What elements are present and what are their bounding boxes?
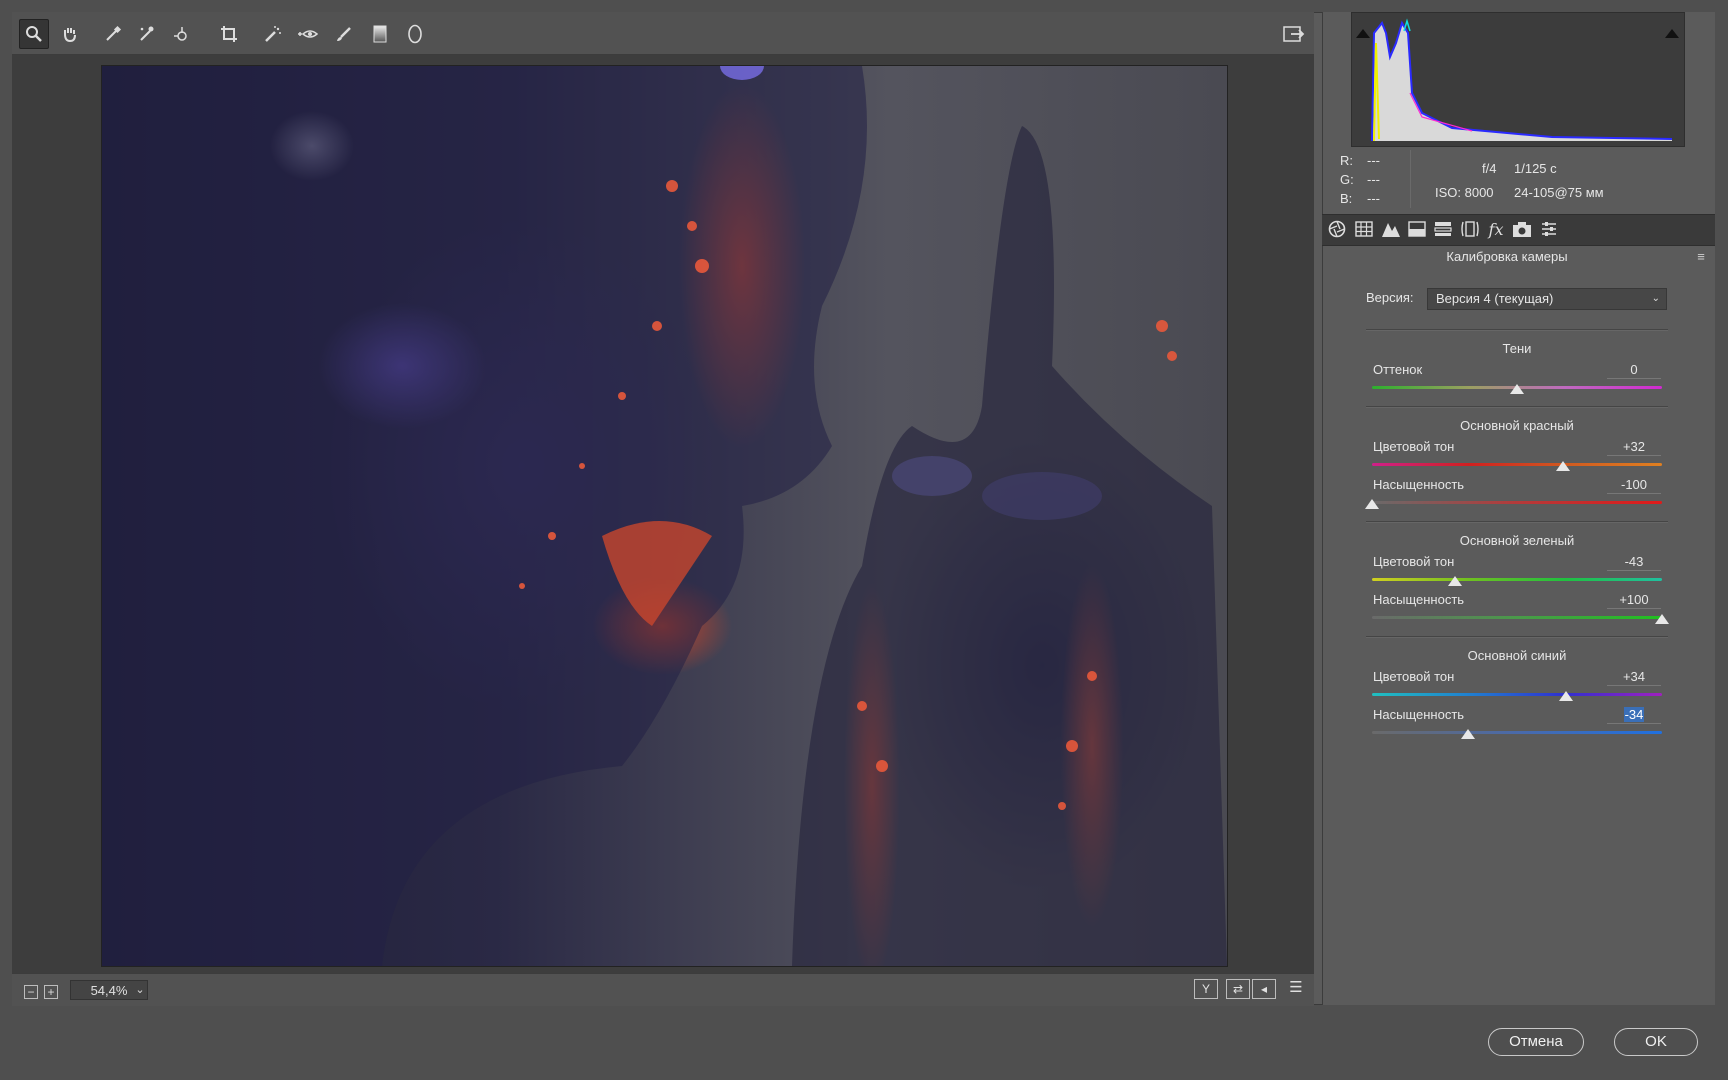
blue-hue-value[interactable]: +34 <box>1607 668 1661 686</box>
targeted-adjust-icon[interactable] <box>167 19 197 49</box>
iso-value: ISO: 8000 <box>1435 185 1494 200</box>
adjustment-brush-icon[interactable] <box>329 19 359 49</box>
blue-saturation-value[interactable]: -34 <box>1607 706 1661 724</box>
version-label: Версия: <box>1366 290 1414 305</box>
panel-title: Калибровка камеры <box>1446 249 1568 264</box>
toolbar <box>12 12 1314 55</box>
shadows-tint-value[interactable]: 0 <box>1607 361 1661 379</box>
green-saturation-track[interactable] <box>1372 616 1662 619</box>
blue-hue-label: Цветовой тон <box>1373 669 1455 684</box>
red-hue-value[interactable]: +32 <box>1607 438 1661 456</box>
split-icon[interactable] <box>1406 220 1428 240</box>
section-title-green-primary: Основной зеленый <box>1459 533 1575 548</box>
blue-saturation-selected-text: -34 <box>1623 707 1645 722</box>
lens-value: 24-105@75 мм <box>1514 185 1604 200</box>
fx-icon[interactable]: fx <box>1485 220 1507 240</box>
red-hue-thumb[interactable] <box>1556 461 1571 471</box>
crop-icon[interactable] <box>214 19 244 49</box>
section-divider <box>1366 521 1668 523</box>
chevron-down-icon[interactable]: ⌄ <box>130 980 150 1000</box>
section-title-shadows: Тени <box>1502 341 1532 356</box>
zoom-icon[interactable] <box>19 19 49 49</box>
green-saturation-label: Насыщенность <box>1373 592 1465 607</box>
blue-saturation-track[interactable] <box>1372 731 1662 734</box>
preview-preferences-icon[interactable]: ☰ <box>1284 979 1308 999</box>
green-hue-track[interactable] <box>1372 578 1662 581</box>
radial-filter-icon[interactable] <box>400 19 430 49</box>
red-saturation-label: Насыщенность <box>1373 477 1465 492</box>
hsl-icon[interactable] <box>1432 220 1454 240</box>
green-saturation-value[interactable]: +100 <box>1607 591 1661 609</box>
r-label: R: <box>1340 153 1353 168</box>
camera-icon[interactable] <box>1511 220 1533 240</box>
shadows-tint-thumb[interactable] <box>1510 384 1524 394</box>
zoom-in-button[interactable]: + <box>44 985 58 999</box>
eyedropper-icon[interactable] <box>98 19 128 49</box>
red-saturation-thumb[interactable] <box>1365 499 1379 509</box>
copy-settings-button[interactable]: ◂ <box>1252 979 1276 999</box>
red-hue-label: Цветовой тон <box>1373 439 1455 454</box>
swap-settings-button[interactable]: ⇄ <box>1226 979 1250 999</box>
lens-icon[interactable] <box>1459 220 1481 240</box>
section-divider <box>1366 406 1668 408</box>
spot-removal-icon[interactable] <box>258 19 288 49</box>
histogram <box>1351 12 1685 147</box>
aperture-value: f/4 <box>1482 161 1497 176</box>
chevron-down-icon: ⌄ <box>1651 293 1660 304</box>
hand-icon[interactable] <box>55 19 85 49</box>
export-icon[interactable] <box>1279 19 1309 49</box>
green-hue-thumb[interactable] <box>1447 576 1462 586</box>
panel-menu-icon[interactable]: ≡ <box>1693 249 1709 265</box>
red-hue-track[interactable] <box>1372 463 1662 466</box>
meta-divider <box>1410 150 1411 208</box>
photo-preview[interactable] <box>101 65 1228 967</box>
r-value: --- <box>1367 153 1380 168</box>
section-title-blue-primary: Основной синий <box>1467 648 1567 663</box>
red-eye-icon[interactable] <box>293 19 323 49</box>
g-label: G: <box>1340 172 1354 187</box>
g-value: --- <box>1367 172 1380 187</box>
camera-raw-dialog: − + 54,4% ⌄ Y ⇄ ◂ ☰ R: --- G: --- B: ---… <box>0 0 1728 1080</box>
grid-icon[interactable] <box>1353 220 1375 240</box>
cancel-button[interactable]: Отмена <box>1488 1028 1584 1056</box>
blue-saturation-thumb[interactable] <box>1460 729 1475 739</box>
section-divider <box>1366 329 1668 331</box>
b-label: B: <box>1340 191 1353 206</box>
view-mode-button[interactable]: Y <box>1194 979 1218 999</box>
green-saturation-thumb[interactable] <box>1655 614 1669 624</box>
shutter-value: 1/125 с <box>1514 161 1557 176</box>
mountain-icon[interactable] <box>1380 220 1402 240</box>
color-sampler-icon[interactable] <box>132 19 162 49</box>
shadows-tint-label: Оттенок <box>1373 362 1423 377</box>
highlight-clipping-icon[interactable] <box>1665 29 1679 38</box>
graduated-filter-icon[interactable] <box>365 19 395 49</box>
zoom-out-button[interactable]: − <box>24 985 38 999</box>
blue-saturation-label: Насыщенность <box>1373 707 1465 722</box>
green-hue-label: Цветовой тон <box>1373 554 1455 569</box>
section-divider <box>1366 636 1668 638</box>
blue-hue-thumb[interactable] <box>1559 691 1574 701</box>
blue-hue-track[interactable] <box>1372 693 1662 696</box>
ok-button[interactable]: OK <box>1614 1028 1698 1056</box>
b-value: --- <box>1367 191 1380 206</box>
version-select[interactable]: Версия 4 (текущая) ⌄ <box>1427 288 1667 310</box>
presets-icon[interactable] <box>1538 220 1560 240</box>
red-saturation-track[interactable] <box>1372 501 1662 504</box>
shadow-clipping-icon[interactable] <box>1356 29 1370 38</box>
status-bar <box>12 973 1314 1006</box>
green-hue-value[interactable]: -43 <box>1607 553 1661 571</box>
section-title-red-primary: Основной красный <box>1460 418 1574 433</box>
aperture-icon[interactable] <box>1326 220 1348 240</box>
red-saturation-value[interactable]: -100 <box>1607 476 1661 494</box>
version-value: Версия 4 (текущая) <box>1436 291 1554 306</box>
